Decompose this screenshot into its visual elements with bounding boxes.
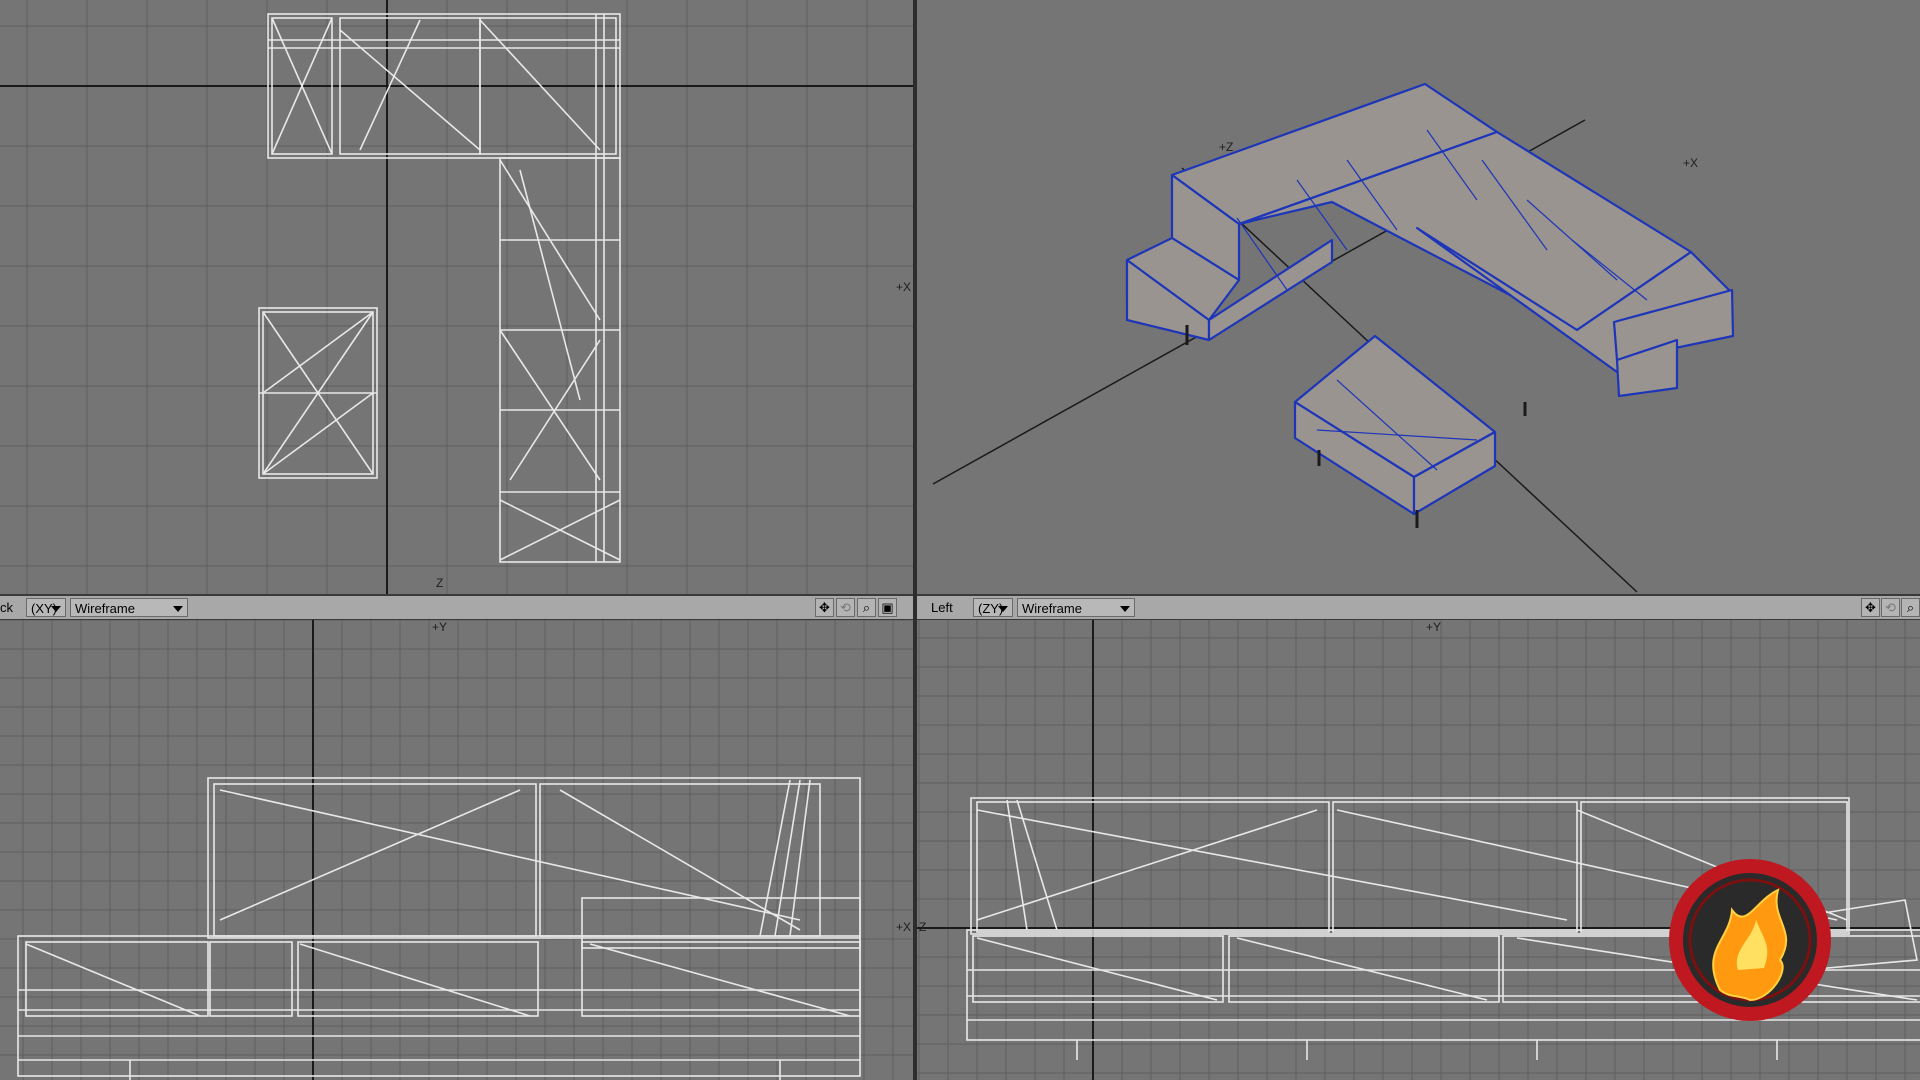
render-mode-dropdown[interactable]: Wireframe <box>70 598 188 617</box>
axes-mode-dropdown[interactable]: (XY) <box>26 598 66 617</box>
back-axis-y-label: +Y <box>432 620 448 634</box>
move-view-icon[interactable]: ✥ <box>1861 598 1880 617</box>
back-viewport-header: ck (XY) Wireframe ✥ ⟲ ⌕ ▣ <box>0 594 913 620</box>
left-viewport-header: Left (ZY) Wireframe ✥ ⟲ ⌕ <box>917 594 1920 620</box>
back-viewport[interactable]: +Y +X <box>0 620 913 1080</box>
rotate-view-icon[interactable]: ⟲ <box>1881 598 1900 617</box>
zoom-view-icon[interactable]: ⌕ <box>857 598 876 617</box>
render-mode-label: Wireframe <box>1022 601 1082 616</box>
axes-mode-dropdown[interactable]: (ZY) <box>973 598 1013 617</box>
left-axis-y-label: +Y <box>1426 620 1442 634</box>
back-axis-x-label: +X <box>896 920 912 934</box>
dropdown-arrow-icon <box>51 606 61 612</box>
render-mode-label: Wireframe <box>75 601 135 616</box>
top-viewport[interactable]: +X Z <box>0 0 913 594</box>
perspective-viewport-canvas[interactable] <box>917 0 1920 594</box>
watermark-logo <box>1669 859 1831 1021</box>
perspective-viewport[interactable]: +Z +X <box>917 0 1920 594</box>
rotate-view-icon[interactable]: ⟲ <box>836 598 855 617</box>
back-viewport-canvas[interactable] <box>0 620 913 1080</box>
top-axis-z-label: Z <box>436 576 444 590</box>
view-name-dropdown[interactable]: ck <box>0 598 26 617</box>
dropdown-arrow-icon <box>998 606 1008 612</box>
sofa-top-wireframe <box>258 13 621 563</box>
view-name-dropdown[interactable]: Left <box>931 598 971 617</box>
dropdown-arrow-icon <box>173 606 183 612</box>
move-view-icon[interactable]: ✥ <box>815 598 834 617</box>
persp-axis-z-label: +Z <box>1219 140 1234 154</box>
top-viewport-canvas[interactable] <box>0 0 913 594</box>
top-axis-x-label: +X <box>896 280 912 294</box>
zoom-view-icon[interactable]: ⌕ <box>1901 598 1920 617</box>
left-axis-z-label: Z <box>919 920 927 934</box>
grid <box>0 0 913 594</box>
persp-axis-x-label: +X <box>1683 156 1699 170</box>
sofa-perspective-model <box>1125 82 1735 516</box>
dropdown-arrow-icon <box>1120 606 1130 612</box>
maximize-view-icon[interactable]: ▣ <box>878 598 897 617</box>
render-mode-dropdown[interactable]: Wireframe <box>1017 598 1135 617</box>
